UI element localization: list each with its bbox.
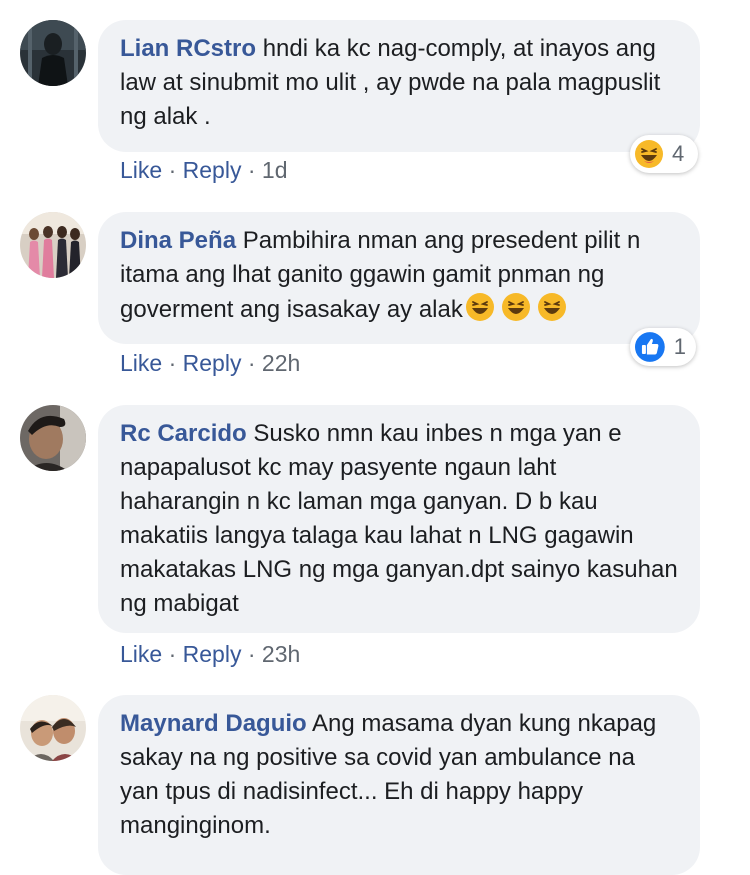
comment-author[interactable]: Rc Carcido [120, 420, 247, 447]
comment-actions: Like · Reply · 22h [120, 348, 300, 378]
like-reaction-icon [634, 332, 665, 362]
comment-bubble: Lian RCstro hndi ka kc nag-comply, at in… [98, 20, 700, 152]
laugh-emoji-icon [537, 292, 567, 332]
separator: · [241, 641, 262, 667]
comment-bubble: Maynard Daguio Ang masama dyan kung nkap… [98, 695, 700, 875]
avatar[interactable] [20, 212, 86, 278]
separator: · [162, 641, 183, 667]
comment-text: Susko nmn kau inbes n mga yan e napapalu… [120, 420, 678, 617]
comment-bubble: Rc Carcido Susko nmn kau inbes n mga yan… [98, 405, 700, 633]
comment-author[interactable]: Maynard Daguio [120, 710, 307, 737]
avatar-lian-image [20, 20, 86, 86]
comment-timestamp[interactable]: 1d [262, 157, 288, 183]
like-link[interactable]: Like [120, 641, 162, 667]
reply-link[interactable]: Reply [183, 350, 242, 376]
separator: · [241, 350, 262, 376]
like-link[interactable]: Like [120, 157, 162, 183]
avatar-rc-image [20, 405, 86, 471]
comment-author[interactable]: Lian RCstro [120, 35, 256, 62]
reaction-badge[interactable]: 1 [630, 328, 696, 366]
avatar-maynard-image [20, 695, 86, 761]
reaction-count: 1 [673, 334, 686, 359]
comment-author[interactable]: Dina Peña [120, 227, 236, 254]
reply-link[interactable]: Reply [183, 641, 242, 667]
reaction-count: 4 [672, 141, 685, 166]
comment-actions: Like · Reply · 1d [120, 155, 288, 185]
comment-timestamp[interactable]: 23h [262, 641, 300, 667]
comment-bubble: Dina Peña Pambihira nman ang presedent p… [98, 212, 700, 344]
laugh-emoji-icon [465, 292, 495, 332]
laugh-emoji-icon [635, 140, 663, 168]
reaction-badge[interactable]: 4 [630, 135, 698, 173]
separator: · [162, 157, 183, 183]
avatar[interactable] [20, 695, 86, 761]
reply-link[interactable]: Reply [183, 157, 242, 183]
avatar-dina-image [20, 212, 86, 278]
like-link[interactable]: Like [120, 350, 162, 376]
comment-timestamp[interactable]: 22h [262, 350, 300, 376]
comment-actions: Like · Reply · 23h [120, 639, 300, 669]
avatar[interactable] [20, 405, 86, 471]
separator: · [241, 157, 262, 183]
separator: · [162, 350, 183, 376]
laugh-emoji-icon [501, 292, 531, 332]
avatar[interactable] [20, 20, 86, 86]
